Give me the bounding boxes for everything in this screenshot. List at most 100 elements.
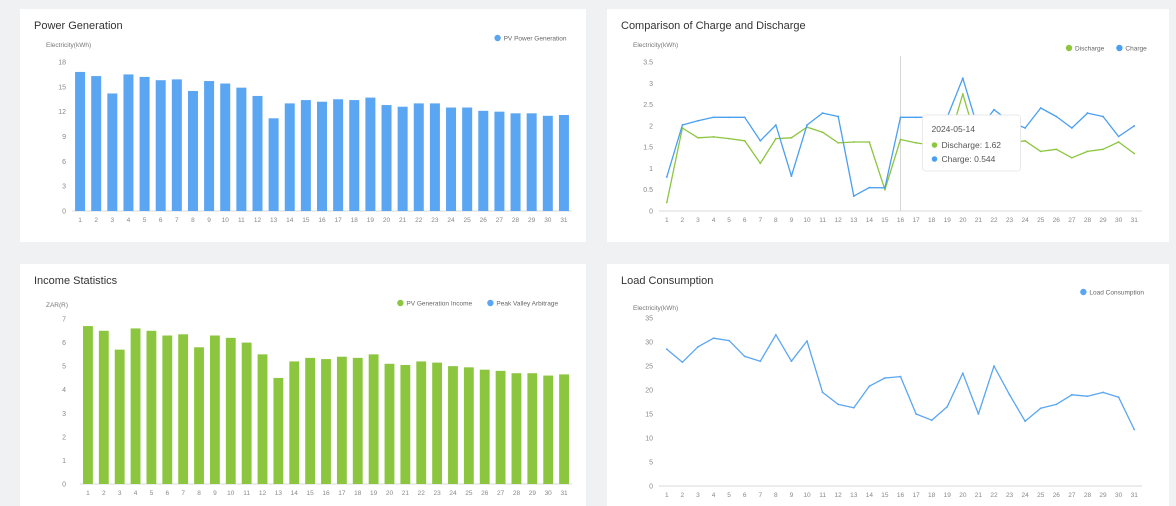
bar — [448, 366, 458, 484]
data-point — [852, 141, 855, 143]
x-tick-label: 19 — [370, 490, 378, 497]
legend-label: Charge — [1125, 46, 1147, 53]
x-tick-label: 31 — [560, 490, 568, 497]
data-point — [884, 188, 886, 191]
x-tick-label: 1 — [78, 217, 82, 224]
bar — [336, 356, 347, 484]
x-tick-label: 13 — [850, 492, 858, 499]
x-tick-label: 27 — [1068, 217, 1076, 224]
tooltip-marker — [931, 142, 938, 148]
bar — [178, 334, 189, 484]
data-point — [728, 339, 731, 342]
y-tick-label: 2 — [62, 434, 66, 441]
x-tick-label: 6 — [159, 217, 163, 224]
x-tick-label: 29 — [1099, 217, 1107, 224]
x-tick-label: 27 — [1068, 492, 1076, 499]
x-tick-label: 25 — [1037, 492, 1045, 499]
data-point — [884, 377, 886, 379]
data-point — [946, 405, 949, 408]
y-tick-label: 5 — [649, 460, 653, 467]
data-point — [681, 124, 684, 126]
bar — [478, 110, 489, 211]
data-point — [930, 419, 933, 422]
data-point — [993, 108, 995, 111]
x-tick-label: 2 — [681, 217, 685, 224]
data-point — [1039, 107, 1042, 109]
x-tick-label: 9 — [790, 492, 794, 499]
data-point — [1024, 420, 1027, 423]
data-point — [1070, 127, 1073, 129]
bar — [139, 76, 150, 212]
data-point — [868, 141, 871, 143]
y-tick-label: 2.5 — [643, 102, 653, 109]
legend-marker — [397, 299, 404, 307]
tooltip-value: Discharge: 1.62 — [942, 140, 1002, 150]
y-tick-label: 1 — [62, 458, 66, 465]
x-tick-label: 6 — [743, 217, 747, 224]
y-tick-label: 20 — [645, 388, 653, 395]
data-point — [712, 116, 715, 119]
legend-label: PV Power Generation — [504, 36, 567, 43]
x-tick-label: 11 — [243, 490, 250, 497]
x-tick-label: 30 — [1115, 492, 1123, 499]
x-tick-label: 2 — [94, 217, 98, 224]
power-generation-chart: Electricity(kWh)03691215181 2 3 4 5 6 7 8 9 10 11 1… — [46, 34, 572, 224]
x-tick-label: 14 — [286, 217, 294, 224]
charge-discharge-card: Comparison of Charge and Discharge Elect… — [607, 9, 1169, 242]
x-tick-label: 13 — [275, 490, 283, 497]
y-tick-label: 1 — [649, 166, 653, 173]
x-tick-label: 31 — [560, 217, 568, 224]
x-tick-label: 22 — [415, 217, 423, 224]
x-tick-label: 23 — [1006, 217, 1014, 224]
x-tick-label: 8 — [774, 217, 778, 224]
data-point — [1024, 139, 1027, 142]
tooltip-date: 2024-05-14 — [932, 124, 976, 134]
x-tick-label: 27 — [496, 217, 504, 224]
x-tick-label: 20 — [386, 490, 394, 497]
data-point — [1086, 150, 1089, 153]
bar — [107, 93, 118, 211]
bar — [527, 373, 538, 484]
x-tick-label: 29 — [1099, 492, 1107, 499]
x-tick-label: 7 — [758, 492, 762, 499]
x-tick-label: 21 — [975, 217, 983, 224]
data-point — [697, 345, 699, 348]
x-tick-label: 4 — [712, 217, 716, 224]
x-tick-label: 2 — [102, 490, 106, 497]
data-point — [899, 138, 902, 141]
x-tick-label: 27 — [497, 490, 505, 497]
income-statistics-card: Income Statistics ZAR(R) 0 1 2 3 4 5 6 7 1 2 3 4 5 6 7 8… — [20, 264, 586, 506]
legend-label: Peak Valley Arbitrage — [496, 301, 558, 308]
bar — [413, 103, 424, 211]
legend-marker — [1116, 44, 1123, 52]
bar — [204, 81, 215, 212]
x-tick-label: 9 — [790, 217, 794, 224]
x-tick-label: 15 — [881, 492, 889, 499]
x-tick-label: 11 — [819, 217, 826, 224]
x-tick-label: 21 — [399, 217, 407, 224]
x-tick-label: 30 — [545, 490, 553, 497]
x-tick-label: 13 — [270, 217, 278, 224]
x-tick-label: 11 — [819, 492, 826, 499]
bar — [397, 106, 408, 211]
bar — [384, 363, 395, 484]
legend-label: Load Consumption — [1089, 290, 1144, 297]
bar — [241, 342, 252, 484]
bar — [225, 337, 236, 484]
data-point — [1055, 115, 1058, 118]
y-tick-label: 6 — [62, 340, 66, 347]
bar — [559, 374, 569, 484]
x-tick-label: 20 — [959, 492, 967, 499]
bar — [268, 118, 279, 211]
data-point — [821, 112, 824, 114]
bar — [494, 111, 505, 211]
data-point — [774, 124, 777, 126]
data-point — [1055, 403, 1058, 406]
data-point — [961, 77, 964, 80]
x-tick-label: 2 — [681, 492, 685, 499]
x-tick-label: 21 — [975, 492, 983, 499]
x-tick-label: 6 — [165, 490, 169, 497]
bar — [187, 90, 198, 211]
bar — [305, 357, 316, 484]
x-tick-label: 14 — [291, 490, 299, 497]
